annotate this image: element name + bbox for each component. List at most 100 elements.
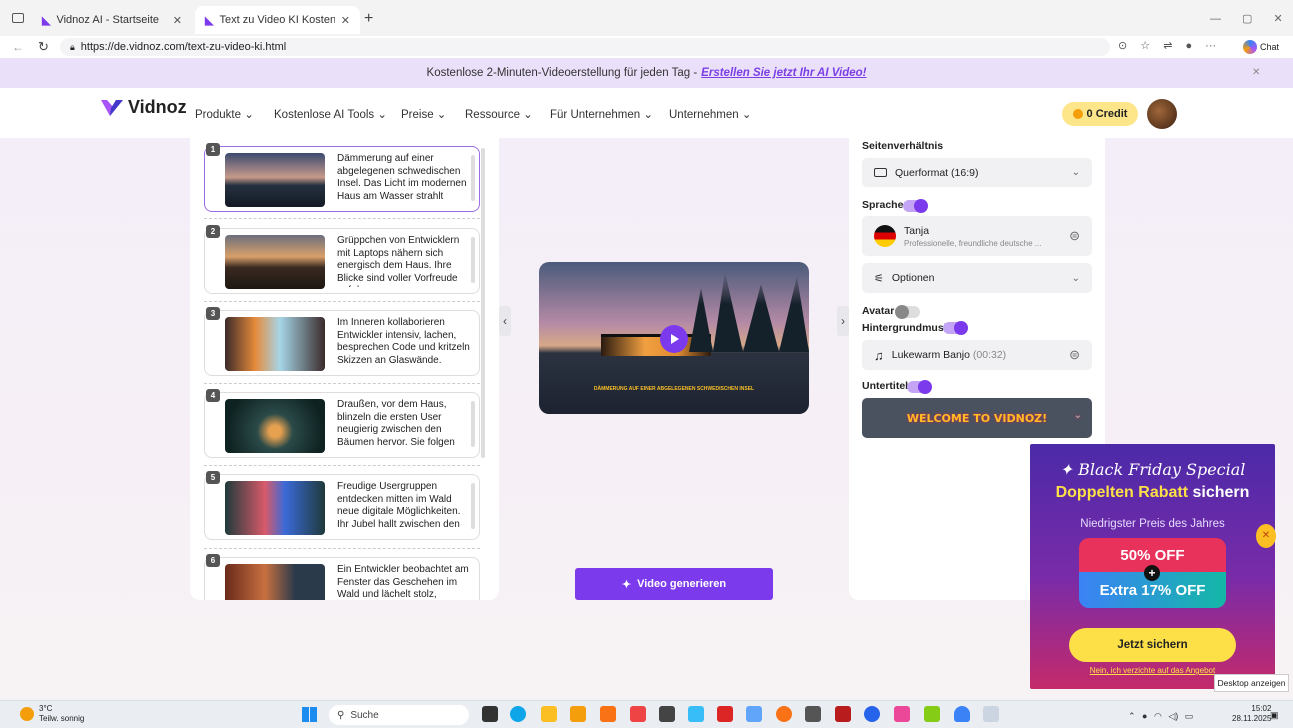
app-icon[interactable] [746, 706, 762, 722]
clock[interactable]: 15:02 28.11.2025 [1232, 704, 1271, 724]
scene-card-4[interactable]: 4 Draußen, vor dem Haus, blinzeln die er… [204, 389, 480, 458]
sparkle-icon: ✦ [621, 578, 632, 591]
music-duration: (00:32) [972, 349, 1007, 361]
url-field[interactable]: 🔒︎ https://de.vidnoz.com/text-zu-video-ki… [60, 38, 1110, 56]
options-select[interactable]: ⚟ Optionen ⌄ [862, 263, 1092, 293]
app-icon[interactable] [630, 706, 646, 722]
nav-ressource[interactable]: Ressource ⌄ [465, 107, 533, 121]
edge-icon[interactable] [510, 706, 526, 722]
system-tray-icons[interactable]: ⌃ ● ◠ ◁) ▭ [1128, 711, 1193, 722]
close-promo-icon[interactable]: ✕ [1256, 524, 1276, 548]
nav-fuer-unternehmen[interactable]: Für Unternehmen ⌄ [550, 107, 653, 121]
subtitle-toggle[interactable] [907, 380, 932, 394]
scene-thumbnail [225, 153, 325, 207]
scene-list-scrollbar[interactable] [481, 148, 485, 458]
scene-text[interactable]: Im Inneren kollaborieren Entwickler inte… [337, 317, 471, 369]
voice-name: Tanja [904, 224, 930, 237]
app-icon[interactable] [717, 706, 733, 722]
vidnoz-logo[interactable]: Vidnoz [100, 97, 187, 118]
scene-text[interactable]: Grüppchen von Entwicklern mit Laptops nä… [337, 235, 471, 287]
chat-label: Chat [1260, 42, 1280, 52]
scene-text[interactable]: Dämmerung auf einer abgelegenen schwedis… [337, 153, 471, 205]
weather-sun-icon [20, 707, 34, 721]
scene-list: 1 Dämmerung auf einer abgelegenen schwed… [190, 138, 499, 600]
play-icon [671, 334, 679, 344]
app-icon[interactable] [805, 706, 821, 722]
weather-widget[interactable]: 3°C Teilw. sonnig [20, 704, 84, 724]
app-icon[interactable] [924, 706, 940, 722]
voice-select[interactable]: Tanja Professionelle, freundliche deutsc… [862, 216, 1092, 256]
scene-number: 1 [206, 143, 220, 156]
avatar-toggle[interactable] [895, 305, 920, 319]
subtitle-label: Untertitel [862, 380, 909, 392]
vlc-icon[interactable] [600, 706, 616, 722]
taskbar-search[interactable]: ⚲ Suche [329, 705, 469, 725]
music-settings-icon[interactable]: ⊜ [1069, 347, 1080, 363]
play-button[interactable] [660, 325, 688, 353]
refresh-icon[interactable]: ↻ [38, 39, 49, 55]
nav-unternehmen[interactable]: Unternehmen ⌄ [669, 107, 752, 121]
window-controls[interactable]: — ▢ ✕ [1210, 12, 1283, 25]
task-view-icon[interactable] [482, 706, 498, 722]
app-icon[interactable] [776, 706, 792, 722]
scene-card-5[interactable]: 5 Freudige Usergruppen entdecken mitten … [204, 471, 480, 540]
subtitle-style-select[interactable]: WELCOME TO VIDNOZ! ⌄ [862, 398, 1092, 438]
clock-time: 15:02 [1251, 704, 1272, 713]
voice-settings-icon[interactable]: ⊜ [1069, 228, 1080, 244]
scene-text[interactable]: Draußen, vor dem Haus, blinzeln die erst… [337, 399, 471, 451]
aspect-ratio-label: Seitenverhältnis [862, 140, 944, 152]
aspect-ratio-select[interactable]: Querformat (16:9) ⌄ [862, 158, 1092, 187]
vidnoz-favicon-icon: ◣ [42, 14, 51, 27]
nav-preise[interactable]: Preise ⌄ [401, 107, 446, 121]
music-toggle[interactable] [943, 321, 968, 335]
nav-produkte[interactable]: Produkte ⌄ [195, 107, 254, 121]
close-tab-icon[interactable]: ✕ [341, 14, 350, 27]
music-select[interactable]: ♫ Lukewarm Banjo (00:32) ⊜ [862, 340, 1092, 370]
music-label: Hintergrundmusik [862, 322, 953, 334]
close-tab-icon[interactable]: ✕ [173, 14, 182, 27]
nav-ai-tools[interactable]: Kostenlose AI Tools ⌄ [274, 107, 387, 121]
user-avatar[interactable] [1147, 99, 1177, 129]
generate-label: Video generieren [637, 578, 727, 590]
promo-cta-button[interactable]: Jetzt sichern [1069, 628, 1236, 662]
scene-text[interactable]: Freudige Usergruppen entdecken mitten im… [337, 481, 471, 533]
browser-toolbar-icons[interactable]: ⊙ ☆ ⇌ ● ··· [1118, 39, 1216, 52]
tab-actions-icon[interactable] [12, 13, 24, 23]
scene-card-3[interactable]: 3 Im Inneren kollaborieren Entwickler in… [204, 307, 480, 376]
scene-card-1[interactable]: 1 Dämmerung auf einer abgelegenen schwed… [204, 143, 480, 212]
app-icon[interactable] [983, 706, 999, 722]
media-icon[interactable] [570, 706, 586, 722]
prev-scene-arrow[interactable]: ‹ [499, 306, 511, 336]
scene-text[interactable]: Ein Entwickler beobachtet am Fenster das… [337, 564, 471, 600]
trees-shape [689, 272, 809, 352]
notification-icon[interactable]: ▣ [1270, 710, 1279, 721]
next-scene-arrow[interactable]: › [837, 306, 849, 336]
filezilla-icon[interactable] [835, 706, 851, 722]
back-icon[interactable]: ← [12, 40, 24, 54]
generate-video-button[interactable]: ✦ Video generieren [575, 568, 773, 600]
scene-thumbnail [225, 564, 325, 600]
vidnoz-logo-icon [101, 99, 123, 116]
credit-badge[interactable]: 0 Credit [1062, 102, 1138, 126]
scene-number: 3 [206, 307, 220, 320]
scene-card-6[interactable]: 6 Ein Entwickler beobachtet am Fenster d… [204, 554, 480, 600]
tab-vidnoz-home[interactable]: ◣ Vidnoz AI - Startseite ✕ [32, 6, 192, 34]
app-icon[interactable] [894, 706, 910, 722]
app-icon[interactable] [688, 706, 704, 722]
tab-text-zu-video[interactable]: ◣ Text zu Video KI Kostenlos: Text in ✕ [195, 6, 360, 34]
banner-text: Kostenlose 2-Minuten-Videoerstellung für… [426, 67, 698, 79]
windows-start-icon[interactable] [302, 707, 317, 722]
new-tab-button[interactable]: + [364, 10, 373, 28]
banner-link[interactable]: Erstellen Sie jetzt Ihr AI Video! [701, 67, 866, 79]
banner-close-icon[interactable]: ✕ [1252, 67, 1260, 78]
app-icon[interactable] [864, 706, 880, 722]
explorer-icon[interactable] [541, 706, 557, 722]
language-toggle[interactable] [903, 199, 928, 213]
promo-subtitle: Doppelten Rabatt sichern [1055, 484, 1250, 501]
chat-button[interactable]: Chat [1243, 38, 1279, 56]
promo-banner: Kostenlose 2-Minuten-Videoerstellung für… [0, 58, 1293, 88]
chevron-down-icon: ⌄ [1071, 167, 1080, 178]
headset-icon[interactable] [954, 706, 970, 722]
app-icon[interactable] [659, 706, 675, 722]
scene-card-2[interactable]: 2 Grüppchen von Entwicklern mit Laptops … [204, 225, 480, 294]
